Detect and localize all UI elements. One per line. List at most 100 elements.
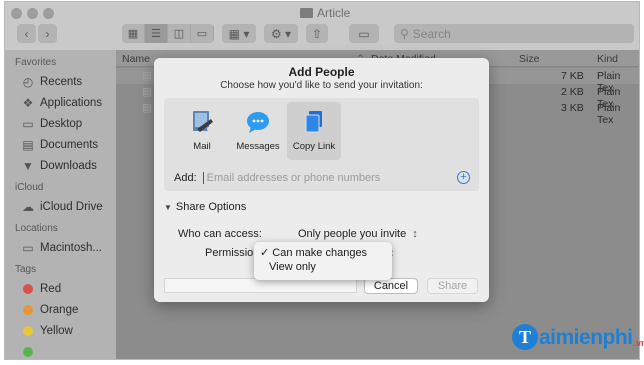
list-view-button[interactable]: ☰: [145, 24, 168, 43]
sidebar-item-tag-green[interactable]: [5, 341, 116, 359]
file-size: 7 KB: [561, 70, 584, 82]
who-can-access-select[interactable]: Only people you invite ↕: [298, 228, 418, 240]
sidebar-item-tag-yellow[interactable]: Yellow: [5, 320, 116, 341]
column-header-kind[interactable]: Kind: [597, 53, 618, 65]
messages-icon: [245, 109, 271, 135]
sidebar-item-icloud-drive[interactable]: ☁ iCloud Drive: [5, 196, 116, 217]
red-tag-dot: [23, 283, 33, 294]
sidebar-item-desktop[interactable]: ▭ Desktop: [5, 113, 116, 134]
share-options-disclosure[interactable]: ▼ Share Options: [164, 201, 246, 213]
updown-chevron-icon: ↕: [412, 228, 418, 240]
cancel-button[interactable]: Cancel: [364, 278, 418, 294]
column-view-button[interactable]: ◫: [168, 24, 191, 43]
gallery-view-button[interactable]: ▭: [191, 24, 214, 43]
apps-icon: ❖: [22, 95, 34, 110]
search-input[interactable]: ⚲ Search: [394, 24, 634, 43]
cloud-icon: ☁: [22, 199, 34, 214]
sidebar-item-recents[interactable]: ◴ Recents: [5, 71, 116, 92]
share-button[interactable]: ⇧: [306, 24, 328, 43]
zoom-window-button[interactable]: [43, 8, 54, 19]
sidebar-section-favorites: Favorites: [15, 57, 57, 68]
file-icon: ▤: [142, 86, 152, 98]
group-button[interactable]: ▦ ▾: [222, 24, 256, 43]
share-method-panel: Mail Messages Copy Link Add: Email addre…: [164, 98, 479, 191]
mail-icon: [189, 109, 215, 135]
add-recipients-row: Add: Email addresses or phone numbers +: [174, 169, 470, 186]
close-window-button[interactable]: [11, 8, 22, 19]
document-icon: ▤: [22, 137, 34, 152]
sidebar-item-label: Desktop: [40, 117, 83, 130]
share-via-messages[interactable]: Messages: [230, 102, 286, 160]
dialog-title: Add People: [288, 65, 355, 79]
file-icon: ▤: [142, 70, 152, 82]
sidebar-item-label: Applications: [40, 96, 103, 109]
tag-button[interactable]: ▭: [349, 24, 379, 43]
file-kind: Plain Tex: [597, 102, 621, 126]
sidebar-item-label: Documents: [40, 138, 99, 151]
method-label: Messages: [236, 141, 280, 152]
sidebar-item-documents[interactable]: ▤ Documents: [5, 134, 116, 155]
dialog-subtitle: Choose how you'd like to send your invit…: [220, 80, 423, 91]
column-header-size[interactable]: Size: [519, 53, 539, 65]
window-title: Article: [300, 6, 350, 20]
tag-icon: ▭: [358, 26, 370, 41]
taimienphi-logo: T aimienphi .vn: [512, 324, 644, 350]
action-button[interactable]: ⚙ ▾: [264, 24, 298, 43]
forward-button[interactable]: ›: [38, 24, 57, 43]
share-options-label: Share Options: [175, 201, 247, 213]
share-via-copy-link[interactable]: Copy Link: [287, 102, 341, 160]
share-via-mail[interactable]: Mail: [175, 102, 229, 160]
share-icon: ⇧: [311, 26, 323, 41]
copy-link-icon: [301, 109, 327, 135]
sidebar-item-downloads[interactable]: ▼ Downloads: [5, 155, 116, 176]
search-icon: ⚲: [400, 26, 409, 41]
window-title-text: Article: [317, 6, 351, 20]
sidebar-item-label: Macintosh...: [40, 241, 102, 254]
sidebar-section-icloud: iCloud: [15, 182, 44, 193]
minimize-window-button[interactable]: [27, 8, 38, 19]
logo-text: aimienphi: [539, 326, 633, 349]
sidebar-item-label: iCloud Drive: [40, 200, 103, 213]
permission-option-label: Can make changes: [272, 247, 368, 259]
permission-option-label: View only: [269, 261, 316, 273]
recipients-input[interactable]: Email addresses or phone numbers: [202, 171, 457, 184]
method-label: Mail: [193, 141, 211, 152]
folder-icon: [300, 8, 313, 18]
who-can-access-label: Who can access:: [178, 228, 262, 240]
download-icon: ▼: [22, 158, 34, 173]
permission-option-can-make-changes[interactable]: ✓ Can make changes: [260, 246, 367, 259]
icon-view-button[interactable]: ▦: [122, 24, 145, 43]
column-header-name[interactable]: Name: [122, 53, 150, 65]
group-grid-icon: ▦ ▾: [228, 26, 250, 41]
add-contact-icon[interactable]: +: [457, 171, 470, 184]
permission-menu: ✓ Can make changes View only: [254, 242, 392, 280]
sidebar: Favorites ◴ Recents ❖ Applications ▭ Deskto…: [5, 50, 116, 359]
disclosure-triangle-icon: ▼: [164, 202, 172, 212]
sidebar-item-tag-red[interactable]: Red: [5, 278, 116, 299]
permission-option-view-only[interactable]: View only: [269, 261, 316, 273]
green-tag-dot: [23, 346, 33, 357]
desktop-icon: ▭: [22, 116, 34, 131]
sidebar-section-locations: Locations: [15, 223, 58, 234]
logo-t-icon: T: [512, 324, 538, 350]
share-button-disabled[interactable]: Share: [427, 278, 478, 294]
sidebar-item-tag-orange[interactable]: Orange: [5, 299, 116, 320]
checkmark-icon: ✓: [260, 247, 270, 259]
method-label: Copy Link: [292, 141, 336, 152]
link-field: [164, 278, 357, 293]
clock-icon: ◴: [22, 74, 34, 89]
sidebar-item-applications[interactable]: ❖ Applications: [5, 92, 116, 113]
file-icon: ▤: [142, 102, 152, 114]
back-button[interactable]: ‹: [17, 24, 36, 43]
gear-icon: ⚙ ▾: [270, 26, 292, 41]
chevron-right-icon: ›: [45, 26, 50, 41]
who-can-access-value: Only people you invite: [298, 228, 407, 240]
sidebar-item-label: Yellow: [40, 324, 73, 337]
yellow-tag-dot: [23, 325, 33, 336]
sidebar-item-macintosh[interactable]: ▭ Macintosh...: [5, 237, 116, 258]
add-label: Add:: [174, 171, 197, 184]
sidebar-item-label: Orange: [40, 303, 79, 316]
orange-tag-dot: [23, 304, 33, 315]
logo-suffix: .vn: [633, 338, 644, 348]
sidebar-item-label: Red: [40, 282, 62, 295]
